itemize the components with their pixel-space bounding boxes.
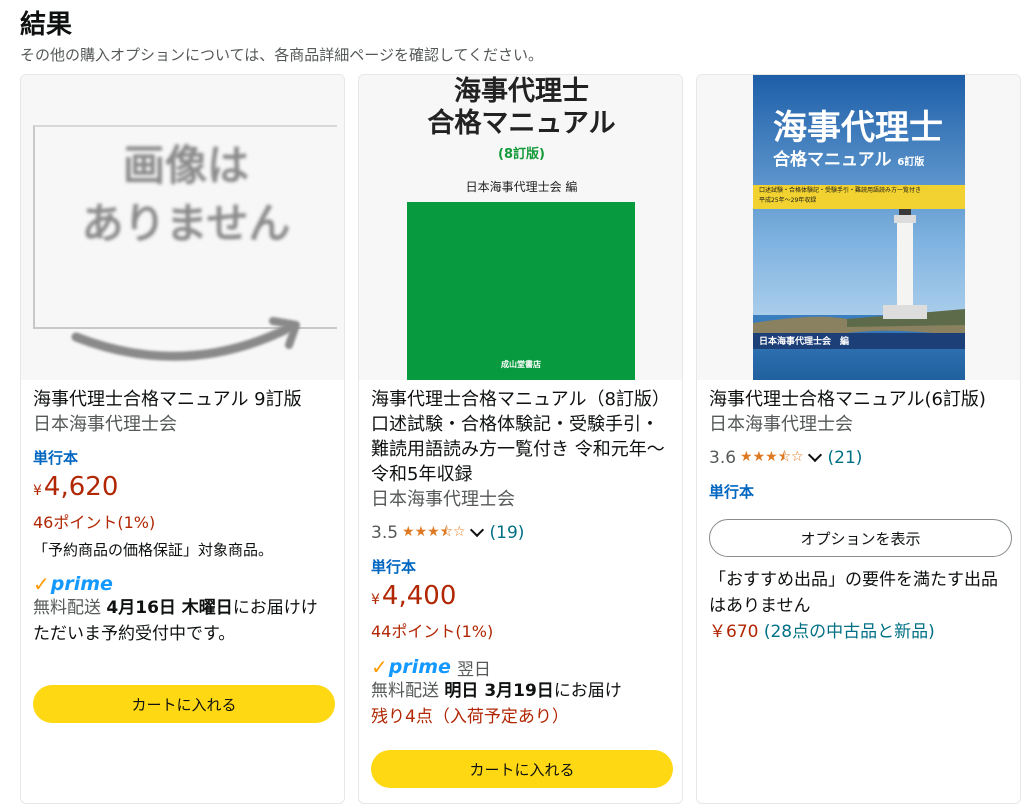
delivery-date: 明日 3月19日 — [444, 681, 554, 701]
delivery-suffix: にお届けけ — [232, 598, 318, 618]
cover-title-line2: 合格マニュアル 6訂版 — [773, 149, 924, 174]
currency-symbol: ¥ — [371, 592, 380, 608]
cover-edition: (8訂版) — [498, 147, 545, 162]
star-rating-icon: ★★★⯪☆ — [740, 449, 804, 465]
prime-check-icon: ✓ — [33, 572, 50, 596]
prime-check-icon: ✓ — [371, 655, 388, 679]
preorder-note: ただいま予約受付中です。 — [33, 624, 236, 644]
delivery-info: 無料配送 明日 3月19日にお届け — [371, 678, 672, 704]
rating-value: 3.5 — [371, 523, 399, 543]
format-label[interactable]: 単行本 — [371, 556, 672, 578]
cover-banner-text: 口述試験・合格体験記・受験手引・難読用語読み方一覧付き 平成25年〜29年収録 — [759, 187, 922, 204]
product-card: 海事代理士 合格マニュアル (8訂版) 日本海事代理士会 編 成山堂書店 海事代… — [358, 74, 683, 804]
product-card: 海事代理士 合格マニュアル 6訂版 口述試験・合格体験記・受験手引・難読用語読み… — [696, 74, 1021, 804]
product-title[interactable]: 海事代理士合格マニュアル(6訂版) — [709, 387, 1010, 412]
rating-row[interactable]: 3.5 ★★★⯪☆ (19) — [371, 520, 672, 546]
product-author[interactable]: 日本海事代理士会 — [33, 412, 334, 437]
prime-speed: 翌日 — [456, 659, 491, 680]
cover-subtitle: 合格マニュアル — [773, 150, 892, 170]
cover-author: 日本海事代理士会 編 — [759, 337, 850, 347]
format-label[interactable]: 単行本 — [709, 481, 1010, 503]
delivery-suffix: にお届け — [553, 681, 622, 701]
book-cover-image[interactable]: 海事代理士 合格マニュアル 6訂版 口述試験・合格体験記・受験手引・難読用語読み… — [697, 75, 1020, 380]
delivery-info: 無料配送 4月16日 木曜日にお届けけ — [33, 595, 334, 621]
used-offers: ￥670 (28点の中古品と新品) — [709, 619, 1010, 645]
cover-edition: 6訂版 — [897, 157, 925, 168]
prime-logo: prime — [50, 573, 113, 595]
product-title[interactable]: 海事代理士合格マニュアル（8訂版）口述試験・合格体験記・受験手引・難読用語読み方… — [371, 387, 672, 487]
delivery-prefix: 無料配送 — [371, 681, 445, 701]
price-value: 4,620 — [43, 472, 119, 502]
points-text: 46ポイント(1%) — [33, 513, 156, 532]
delivery-date: 4月16日 木曜日 — [106, 598, 233, 618]
star-rating-icon: ★★★⯪☆ — [402, 524, 466, 540]
book-cover-image[interactable]: 海事代理士 合格マニュアル (8訂版) 日本海事代理士会 編 成山堂書店 — [359, 75, 682, 380]
cover-title-line1: 海事代理士 — [773, 108, 943, 148]
product-author[interactable]: 日本海事代理士会 — [709, 412, 1010, 437]
product-image-placeholder[interactable]: 画像は ありません — [21, 75, 344, 380]
recommended-offer-note: 「おすすめ出品」の要件を満たす出品はありません — [709, 570, 998, 616]
stock-status: 残り4点（入荷予定あり） — [371, 707, 569, 727]
cover-publisher: 日本海事代理士会 編 — [465, 180, 578, 194]
price-guarantee-note: 「予約商品の価格保証」対象商品。 — [33, 541, 274, 559]
used-price: ￥670 — [709, 622, 759, 642]
currency-symbol: ¥ — [33, 483, 42, 499]
review-count-link[interactable]: (21) — [828, 448, 863, 468]
delivery-prefix: 無料配送 — [33, 598, 107, 618]
chevron-down-icon[interactable] — [807, 447, 822, 463]
chevron-down-icon[interactable] — [469, 522, 484, 538]
cover-title-line1: 海事代理士 — [454, 76, 589, 107]
used-offers-link[interactable]: (28点の中古品と新品) — [764, 622, 935, 642]
prime-badge: ✓ prime 翌日 — [371, 655, 672, 680]
points-text: 44ポイント(1%) — [371, 622, 494, 641]
rating-value: 3.6 — [709, 448, 737, 468]
prime-logo: prime — [388, 656, 451, 678]
add-to-cart-button[interactable]: カートに入れる — [33, 685, 335, 723]
product-price[interactable]: ¥4,620 — [33, 471, 334, 503]
page-title: 結果 — [20, 10, 73, 40]
review-count-link[interactable]: (19) — [490, 523, 525, 543]
cover-green-panel: 成山堂書店 — [407, 202, 635, 380]
smile-arrow-icon — [71, 317, 300, 361]
product-price[interactable]: ¥4,400 — [371, 580, 672, 612]
product-title[interactable]: 海事代理士合格マニュアル 9訂版 — [33, 387, 334, 412]
prime-badge: ✓ prime — [33, 573, 334, 595]
product-card: 画像は ありません 海事代理士合格マニュアル 9訂版 日本海事代理士会 単行本 … — [20, 74, 345, 804]
product-author[interactable]: 日本海事代理士会 — [371, 487, 672, 512]
see-options-button[interactable]: オプションを表示 — [709, 519, 1012, 557]
format-label[interactable]: 単行本 — [33, 447, 334, 469]
cover-title-line2: 合格マニュアル — [427, 108, 616, 139]
page-subtitle: その他の購入オプションについては、各商品詳細ページを確認してください。 — [20, 46, 544, 64]
rating-row[interactable]: 3.6 ★★★⯪☆ (21) — [709, 445, 1010, 471]
price-value: 4,400 — [381, 581, 457, 611]
cover-publishing-house: 成山堂書店 — [501, 360, 541, 369]
add-to-cart-button[interactable]: カートに入れる — [371, 750, 673, 788]
